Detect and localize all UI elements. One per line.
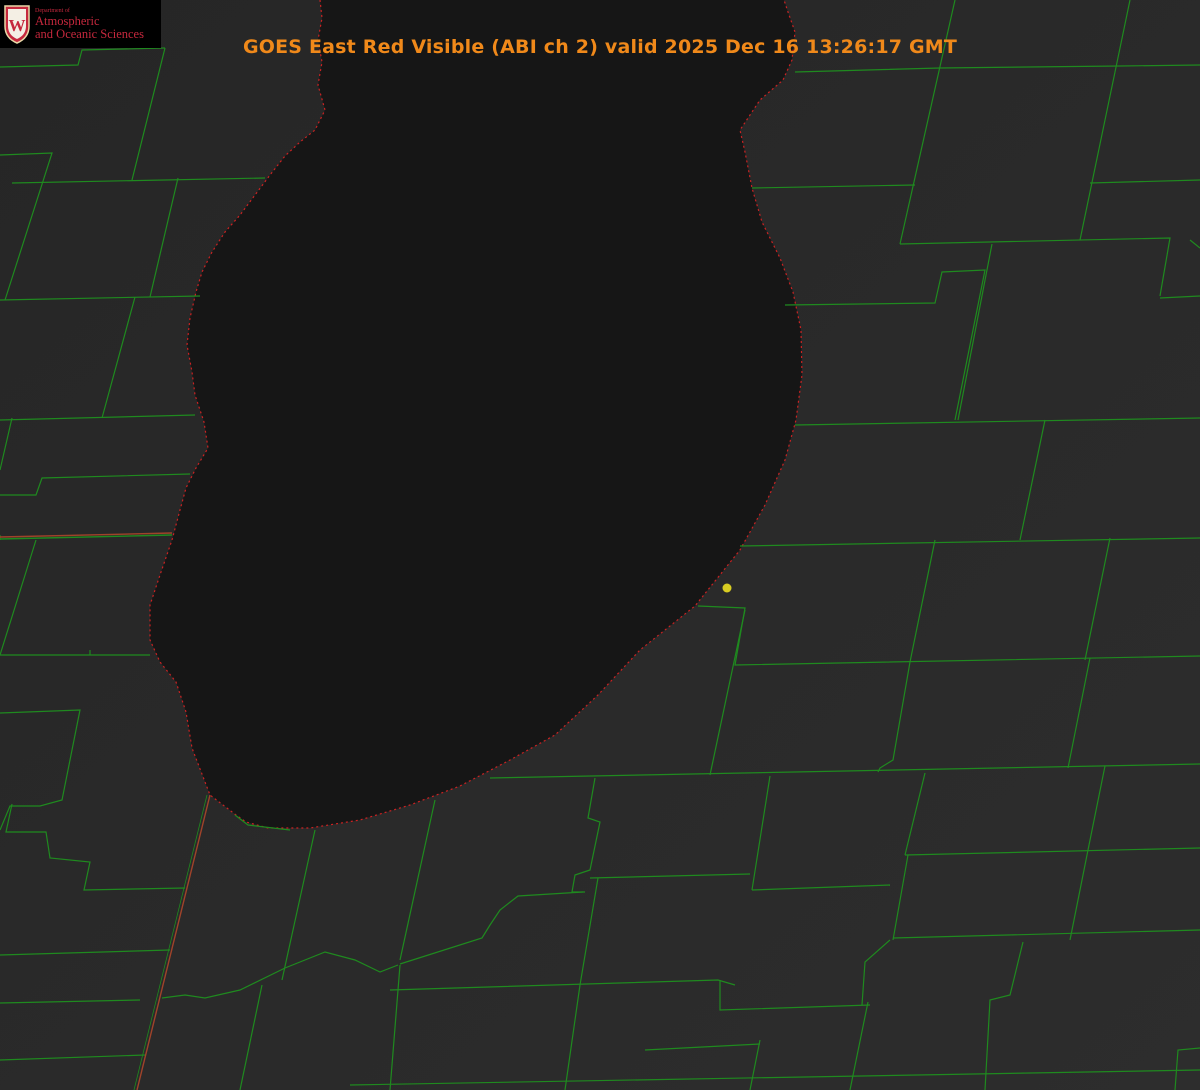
crest-letter: W — [9, 16, 26, 35]
logo-line-1: Atmospheric — [35, 14, 100, 28]
location-dot-icon — [722, 583, 732, 593]
map-canvas — [0, 0, 1200, 1090]
satellite-map-view: W Department of Atmospheric and Oceanic … — [0, 0, 1200, 1090]
image-title: GOES East Red Visible (ABI ch 2) valid 2… — [242, 36, 958, 58]
